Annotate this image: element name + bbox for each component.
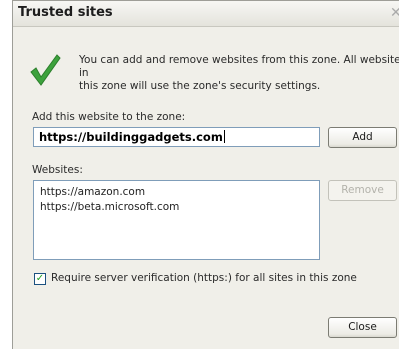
- trusted-sites-dialog: Trusted sites ✕ You can add and remove w…: [12, 0, 399, 349]
- server-verification-checkbox[interactable]: ✓: [34, 273, 46, 285]
- title-bar[interactable]: Trusted sites ✕: [13, 1, 399, 27]
- checkmark-icon: [30, 54, 61, 86]
- close-button[interactable]: Close: [328, 317, 397, 338]
- add-website-label: Add this website to the zone:: [32, 111, 186, 123]
- close-icon[interactable]: ✕: [390, 4, 399, 22]
- window-title: Trusted sites: [18, 5, 113, 20]
- remove-button[interactable]: Remove: [328, 180, 397, 201]
- list-item[interactable]: https://amazon.com: [40, 185, 319, 200]
- zone-description: You can add and remove websites from thi…: [79, 54, 399, 92]
- text-caret: [223, 130, 225, 143]
- server-verification-label: Require server verification (https:) for…: [51, 272, 357, 284]
- website-url-input[interactable]: https://buildinggadgets.com: [33, 127, 320, 147]
- list-item[interactable]: https://beta.microsoft.com: [40, 200, 319, 215]
- websites-list[interactable]: https://amazon.com https://beta.microsof…: [33, 180, 320, 260]
- website-url-value: https://buildinggadgets.com: [39, 130, 223, 144]
- websites-label: Websites:: [32, 164, 83, 176]
- add-button[interactable]: Add: [328, 127, 397, 148]
